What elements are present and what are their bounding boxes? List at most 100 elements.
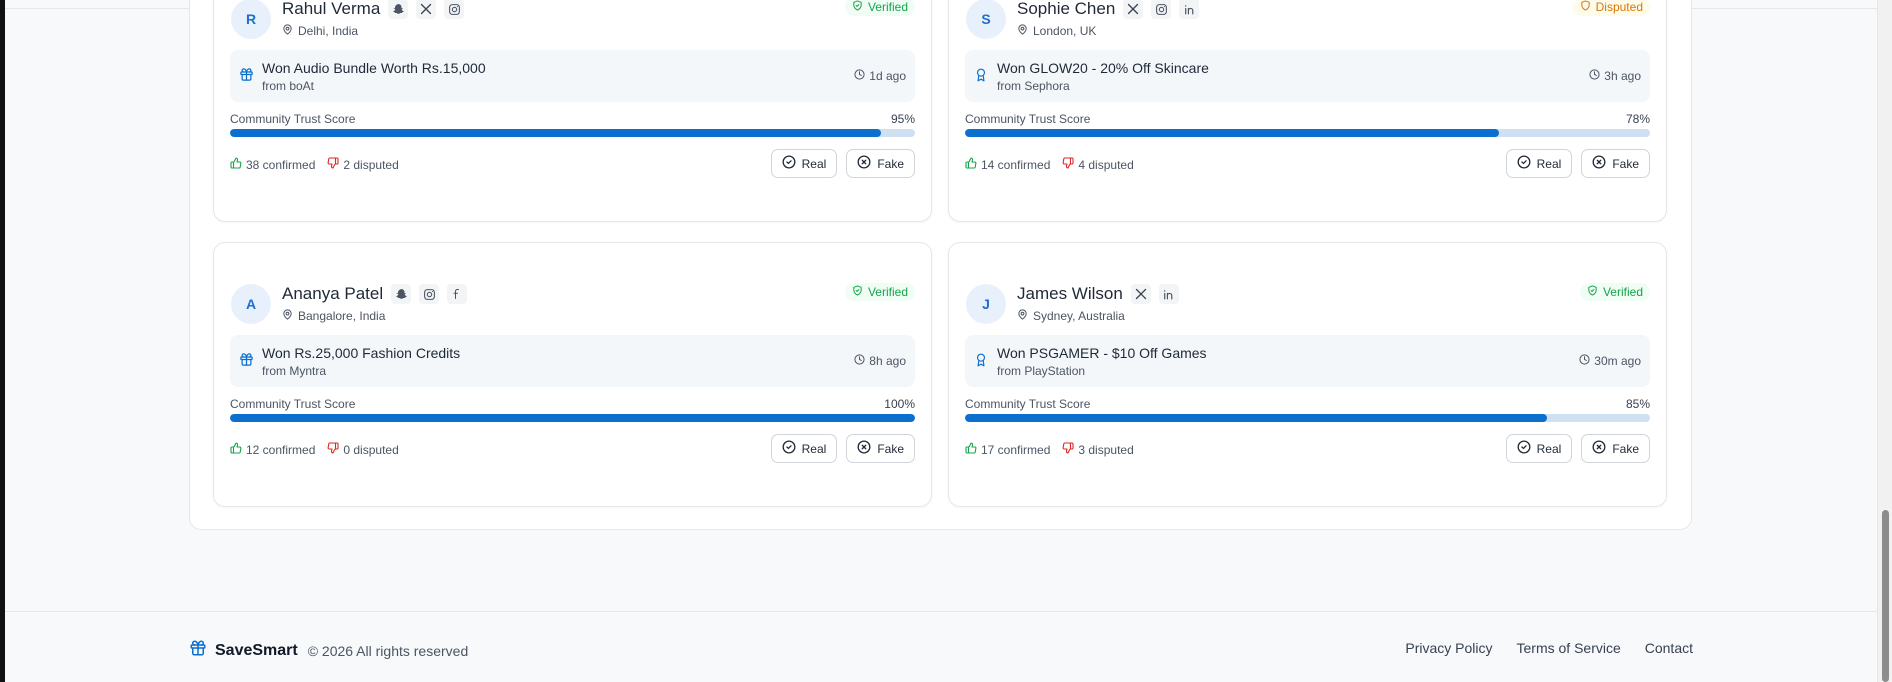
gift-logo-icon bbox=[189, 639, 207, 662]
x-icon[interactable] bbox=[1123, 0, 1144, 19]
footer-divider bbox=[5, 611, 1877, 612]
proof-feed-panel: R Rahul Verma Delhi, India Verified Won Audi… bbox=[189, 0, 1692, 530]
window-edge bbox=[0, 0, 5, 682]
fake-label: Fake bbox=[877, 156, 904, 171]
instagram-icon[interactable] bbox=[1151, 0, 1172, 19]
name-row: Ananya Patel bbox=[282, 284, 468, 304]
prize-time: 8h ago bbox=[854, 354, 906, 368]
vote-actions: Real Fake bbox=[770, 149, 915, 178]
real-button[interactable]: Real bbox=[1505, 149, 1573, 178]
prize-source: from Myntra bbox=[262, 364, 327, 378]
verified-shield-icon bbox=[1587, 285, 1598, 299]
confirmed-text: 17 confirmed bbox=[981, 442, 1051, 457]
status-text: Disputed bbox=[1595, 0, 1643, 14]
real-label: Real bbox=[1536, 156, 1562, 171]
x-icon[interactable] bbox=[416, 0, 437, 19]
confirmed-count: 17 confirmed bbox=[965, 442, 1050, 457]
disputed-text: 0 disputed bbox=[343, 442, 399, 457]
proof-card: J James Wilson Sydney, Australia Verified Wo… bbox=[948, 242, 1667, 507]
map-pin-icon bbox=[1017, 309, 1028, 323]
status-badge: Verified bbox=[1579, 283, 1650, 301]
trust-score-label: Community Trust Score bbox=[965, 397, 1091, 411]
trust-score-fill bbox=[965, 129, 1500, 137]
privacy-policy-link[interactable]: Privacy Policy bbox=[1405, 640, 1492, 656]
fake-label: Fake bbox=[877, 441, 904, 456]
thumbs-down-icon bbox=[1062, 157, 1074, 172]
proof-card: S Sophie Chen London, UK Disputed Won GLOW20… bbox=[948, 0, 1667, 222]
thumbs-up-icon bbox=[965, 157, 977, 172]
vote-counts: 12 confirmed 0 disputed bbox=[230, 442, 399, 457]
contact-link[interactable]: Contact bbox=[1645, 640, 1693, 656]
location-text: Delhi, India bbox=[298, 24, 359, 38]
linkedin-icon[interactable] bbox=[1158, 284, 1179, 304]
page-scrollbar[interactable] bbox=[1877, 0, 1892, 682]
prize-title: Won GLOW20 - 20% Off Skincare bbox=[997, 60, 1209, 76]
avatar: S bbox=[966, 0, 1006, 39]
terms-of-service-link[interactable]: Terms of Service bbox=[1517, 640, 1621, 656]
thumbs-down-icon bbox=[1062, 442, 1074, 457]
fake-label: Fake bbox=[1612, 441, 1639, 456]
trust-score-bar bbox=[965, 414, 1650, 422]
vote-actions: Real Fake bbox=[1505, 434, 1650, 463]
user-name[interactable]: Ananya Patel bbox=[282, 284, 383, 304]
clock-icon bbox=[1589, 69, 1600, 83]
avatar: R bbox=[231, 0, 271, 39]
prize-source: from boAt bbox=[262, 79, 315, 93]
trust-score-fill bbox=[230, 414, 915, 422]
real-button[interactable]: Real bbox=[1505, 434, 1573, 463]
disputed-text: 4 disputed bbox=[1078, 157, 1134, 172]
real-button[interactable]: Real bbox=[770, 149, 838, 178]
x-circle-icon bbox=[857, 440, 871, 457]
fake-button[interactable]: Fake bbox=[1581, 434, 1650, 463]
vote-actions: Real Fake bbox=[1505, 149, 1650, 178]
trust-score-value: 100% bbox=[884, 397, 915, 411]
status-text: Verified bbox=[867, 285, 908, 299]
trust-score-fill bbox=[965, 414, 1548, 422]
award-icon bbox=[974, 352, 988, 373]
user-name[interactable]: James Wilson bbox=[1017, 284, 1123, 304]
name-row: Rahul Verma bbox=[282, 0, 465, 19]
fake-button[interactable]: Fake bbox=[846, 149, 915, 178]
time-text: 3h ago bbox=[1604, 69, 1641, 83]
footer-links: Privacy Policy Terms of Service Contact bbox=[1405, 640, 1693, 656]
fake-button[interactable]: Fake bbox=[846, 434, 915, 463]
scrollbar-thumb[interactable] bbox=[1882, 510, 1889, 682]
vote-actions: Real Fake bbox=[770, 434, 915, 463]
disputed-count: 4 disputed bbox=[1062, 157, 1134, 172]
location-text: Bangalore, India bbox=[298, 309, 386, 323]
check-circle-icon bbox=[1517, 155, 1531, 172]
x-icon[interactable] bbox=[1130, 284, 1151, 304]
snapchat-icon[interactable] bbox=[388, 0, 409, 19]
instagram-icon[interactable] bbox=[419, 284, 440, 304]
trust-score-label: Community Trust Score bbox=[965, 112, 1091, 126]
prize-time: 1d ago bbox=[854, 69, 906, 83]
real-button[interactable]: Real bbox=[770, 434, 838, 463]
prize-time: 3h ago bbox=[1589, 69, 1641, 83]
facebook-icon[interactable] bbox=[447, 284, 468, 304]
time-text: 1d ago bbox=[869, 69, 906, 83]
user-name[interactable]: Rahul Verma bbox=[282, 0, 380, 19]
map-pin-icon bbox=[1017, 24, 1028, 38]
x-circle-icon bbox=[1592, 155, 1606, 172]
user-location: Bangalore, India bbox=[282, 309, 385, 323]
time-text: 8h ago bbox=[869, 354, 906, 368]
thumbs-up-icon bbox=[230, 157, 242, 172]
linkedin-icon[interactable] bbox=[1179, 0, 1200, 19]
check-circle-icon bbox=[782, 155, 796, 172]
instagram-icon[interactable] bbox=[444, 0, 465, 19]
brand-name[interactable]: SaveSmart bbox=[215, 642, 298, 660]
fake-button[interactable]: Fake bbox=[1581, 149, 1650, 178]
avatar: A bbox=[231, 284, 271, 324]
confirmed-text: 38 confirmed bbox=[246, 157, 316, 172]
disputed-count: 2 disputed bbox=[327, 157, 399, 172]
user-name[interactable]: Sophie Chen bbox=[1017, 0, 1115, 19]
thumbs-up-icon bbox=[965, 442, 977, 457]
disputed-text: 3 disputed bbox=[1078, 442, 1134, 457]
trust-score-label: Community Trust Score bbox=[230, 397, 356, 411]
confirmed-count: 12 confirmed bbox=[230, 442, 315, 457]
thumbs-down-icon bbox=[327, 157, 339, 172]
gift-icon bbox=[239, 67, 254, 87]
check-circle-icon bbox=[1517, 440, 1531, 457]
snapchat-icon[interactable] bbox=[391, 284, 412, 304]
time-text: 30m ago bbox=[1594, 354, 1641, 368]
